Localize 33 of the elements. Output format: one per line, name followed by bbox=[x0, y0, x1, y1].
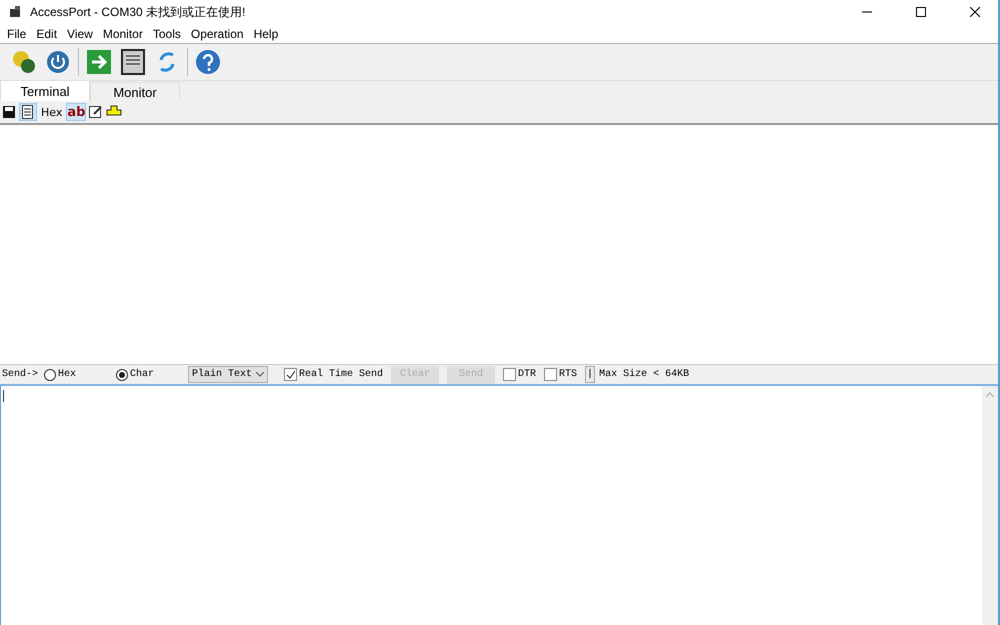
send-label: Send-> bbox=[2, 369, 38, 380]
menu-item[interactable]: File bbox=[2, 26, 32, 40]
document-icon[interactable] bbox=[119, 48, 147, 76]
menu-item[interactable]: View bbox=[62, 26, 98, 40]
tab[interactable]: Terminal bbox=[0, 80, 90, 101]
save-icon[interactable] bbox=[2, 105, 16, 119]
edit-icon[interactable] bbox=[89, 105, 104, 119]
send-input-field[interactable] bbox=[0, 386, 998, 625]
close-icon bbox=[970, 7, 980, 17]
ab-button[interactable]: ab bbox=[66, 103, 86, 121]
menu-item[interactable]: Tools bbox=[148, 26, 186, 40]
maximize-icon bbox=[916, 7, 926, 17]
radio-button[interactable]: Char bbox=[116, 368, 188, 380]
checkmark-icon bbox=[286, 370, 296, 379]
tab[interactable]: Monitor bbox=[90, 82, 180, 101]
document-list-icon[interactable] bbox=[19, 103, 37, 121]
menu-item[interactable]: Edit bbox=[31, 26, 62, 40]
radio-button[interactable]: Hex bbox=[44, 368, 116, 380]
checkbox[interactable]: DTR bbox=[503, 368, 536, 381]
hex-button[interactable]: Hex bbox=[40, 103, 64, 121]
menu-item[interactable]: Help bbox=[248, 26, 284, 40]
max-size-label: Max Size < 64KB bbox=[599, 369, 690, 380]
menu-item[interactable]: Operation bbox=[186, 26, 249, 40]
help-icon[interactable] bbox=[194, 48, 222, 76]
caret-icon bbox=[256, 372, 264, 377]
window-title: AccessPort - COM30 未找到或正在使用! bbox=[30, 4, 246, 20]
checkbox[interactable]: RTS bbox=[544, 368, 578, 381]
checkbox[interactable]: Real Time Send bbox=[284, 368, 384, 381]
menu-item[interactable]: Monitor bbox=[98, 26, 148, 40]
app-icon bbox=[8, 5, 22, 19]
divider-button[interactable]: | bbox=[585, 366, 596, 383]
power-icon[interactable] bbox=[44, 48, 72, 76]
format-dropdown[interactable]: Plain Text bbox=[188, 366, 268, 383]
